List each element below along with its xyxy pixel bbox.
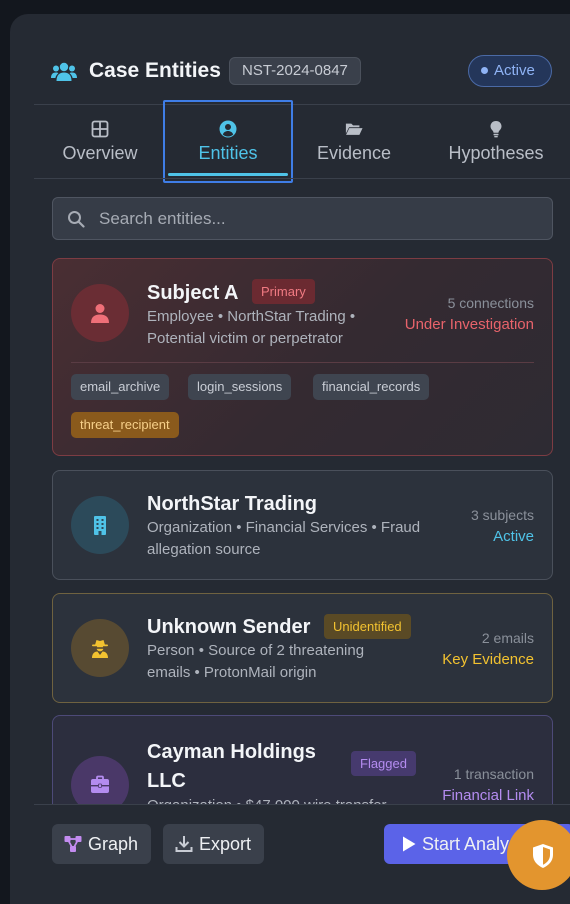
case-entities-panel: Case Entities NST-2024-0847 Active Overv… [10, 14, 570, 904]
avatar [71, 619, 129, 677]
search-bar [52, 197, 553, 240]
avatar [71, 756, 129, 804]
tab-evidence[interactable]: Evidence [294, 104, 414, 178]
entity-status: Key Evidence [442, 651, 534, 668]
security-fab[interactable] [507, 820, 570, 890]
entity-status: Under Investigation [404, 316, 534, 333]
play-icon [403, 836, 416, 852]
entity-description: Organization • Financial Services • Frau… [147, 519, 421, 558]
shield-icon [533, 844, 553, 868]
tag-financial-records[interactable]: financial_records [313, 374, 430, 400]
header: Case Entities NST-2024-0847 Active [10, 14, 570, 104]
tab-label: Evidence [316, 143, 392, 163]
entity-meta: 2 emails [481, 630, 534, 646]
user-icon [91, 304, 109, 323]
entity-meta: 3 subjects [470, 507, 534, 523]
export-button[interactable]: Export [163, 824, 264, 864]
avatar [71, 496, 129, 554]
lightbulb-icon [490, 121, 502, 138]
status-dot-icon [481, 67, 488, 74]
divider [34, 804, 570, 805]
entity-description: Employee • NorthStar Trading • Potential… [147, 308, 356, 347]
tab-label: Overview [62, 143, 138, 163]
user-secret-icon [92, 640, 108, 658]
page-title: Case Entities [89, 59, 221, 82]
entity-description: Organization • $47,000 wire transfer [147, 795, 427, 804]
tag-email-archive[interactable]: email_archive [71, 374, 170, 400]
unidentified-badge: Unidentified [324, 614, 411, 639]
case-id-badge: NST-2024-0847 [229, 57, 361, 85]
entity-name: NorthStar Trading [147, 493, 318, 515]
graph-label: Graph [88, 834, 139, 854]
entity-meta: 5 connections [447, 295, 534, 311]
entity-name: Cayman Holdings LLC [147, 741, 316, 792]
avatar [71, 284, 129, 342]
entity-status: Active [493, 528, 534, 545]
card-divider [71, 362, 534, 363]
entity-name: Unknown Sender [147, 616, 311, 638]
download-icon [175, 836, 193, 852]
active-tab-indicator [168, 173, 288, 176]
flagged-badge: Flagged [351, 751, 416, 776]
primary-badge: Primary [252, 279, 315, 304]
search-input[interactable] [99, 198, 539, 239]
entity-card-subject-a[interactable]: Subject A Primary Employee • NorthStar T… [52, 258, 553, 456]
entity-card-cayman-holdings[interactable]: Cayman Holdings LLC Flagged Organization… [52, 715, 553, 804]
search-icon [68, 211, 85, 228]
entity-meta: 1 transaction [453, 766, 534, 782]
entity-card-northstar-trading[interactable]: NorthStar Trading Organization • Financi… [52, 470, 553, 580]
entity-description: Person • Source of 2 threatening emails … [147, 642, 365, 681]
entity-card-unknown-sender[interactable]: Unknown Sender Unidentified Person • Sou… [52, 593, 553, 703]
graph-button[interactable]: Graph [52, 824, 151, 864]
entity-status: Financial Link [442, 787, 534, 804]
graph-icon [64, 836, 82, 852]
tag-login-sessions[interactable]: login_sessions [188, 374, 292, 400]
focus-ring [163, 100, 293, 183]
briefcase-icon [91, 775, 109, 793]
tab-label: Hypotheses [448, 143, 544, 163]
tab-overview[interactable]: Overview [40, 104, 160, 178]
folder-open-icon [345, 123, 363, 135]
export-label: Export [199, 834, 252, 854]
divider [34, 178, 570, 179]
grid-icon [91, 120, 109, 138]
users-icon [51, 62, 77, 81]
tab-hypotheses[interactable]: Hypotheses [436, 104, 556, 178]
status-label: Active [494, 62, 535, 79]
tag-threat-recipient[interactable]: threat_recipient [71, 412, 179, 438]
status-badge: Active [468, 55, 552, 87]
building-icon [94, 516, 106, 535]
entity-list: Subject A Primary Employee • NorthStar T… [10, 254, 570, 804]
entity-name: Subject A [147, 282, 239, 304]
